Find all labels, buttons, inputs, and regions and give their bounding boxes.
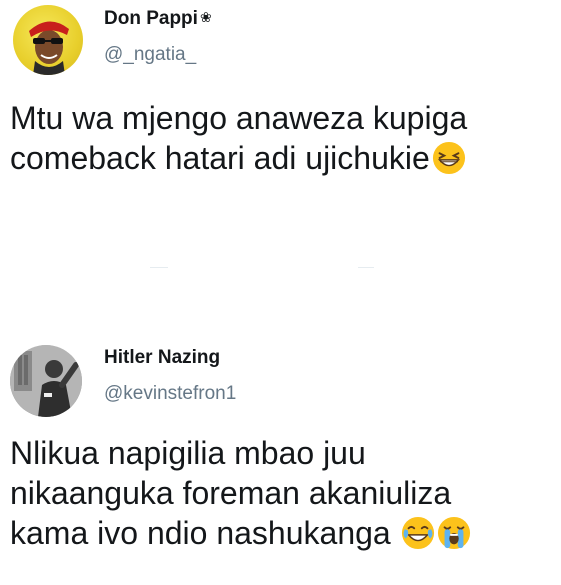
tweet-text-line-with-emoji: comeback hatari adi ujichukie xyxy=(10,138,467,178)
display-name-text: Don Pappi xyxy=(104,8,198,29)
tweet-text-line: kama ivo ndio nashukanga xyxy=(10,515,391,551)
user-handle[interactable]: @_ngatia_ xyxy=(104,44,196,66)
avatar[interactable] xyxy=(10,345,82,417)
divider xyxy=(150,267,380,269)
tweet: Hitler Nazing @kevinstefron1 Nlikua napi… xyxy=(0,335,561,585)
display-name[interactable]: Hitler Nazing xyxy=(104,347,220,369)
avatar-photo-icon xyxy=(10,345,82,417)
user-handle[interactable]: @kevinstefron1 xyxy=(104,383,236,405)
avatar-illustration-icon xyxy=(29,21,69,75)
tweet-text-line: Mtu wa mjengo anaweza kupiga xyxy=(10,100,468,136)
tweet-text-line-with-emoji: kama ivo ndio nashukanga xyxy=(10,513,471,553)
face-with-tears-of-joy-icon xyxy=(401,516,435,550)
avatar[interactable] xyxy=(13,5,83,75)
display-name[interactable]: Don Pappi ❀ xyxy=(104,8,212,30)
loudly-crying-face-icon xyxy=(437,516,471,550)
tweet-text: Nlikua napigilia mbao juu nikaanguka for… xyxy=(10,433,471,553)
tweet: Don Pappi ❀ @_ngatia_ Mtu wa mjengo anawe… xyxy=(0,0,561,200)
flower-emoji-icon: ❀ xyxy=(199,9,212,25)
tweet-text-line: Nlikua napigilia mbao juu xyxy=(10,435,366,471)
tweet-text-line: comeback hatari adi ujichukie xyxy=(10,140,430,176)
tweet-text: Mtu wa mjengo anaweza kupiga comeback ha… xyxy=(10,98,467,178)
tweet-text-line: nikaanguka foreman akaniuliza xyxy=(10,475,452,511)
grinning-squinting-face-icon xyxy=(432,141,466,175)
